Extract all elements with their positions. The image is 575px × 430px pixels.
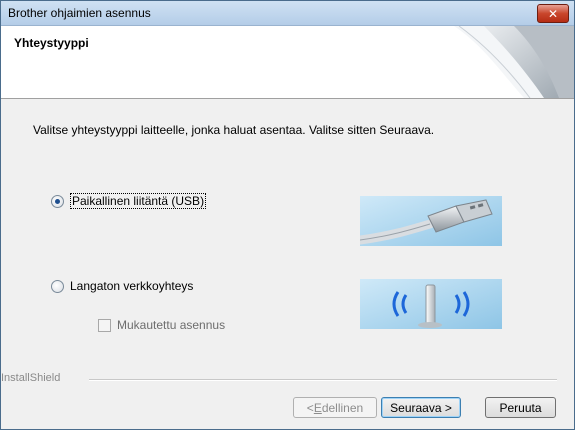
window-title: Brother ohjaimien asennus: [8, 6, 151, 20]
instruction-text: Valitse yhteystyyppi laitteelle, jonka h…: [33, 123, 435, 137]
close-icon: ✕: [547, 6, 559, 21]
radio-wireless-connection[interactable]: Langaton verkkoyhteys: [51, 279, 193, 293]
installshield-divider: InstallShield: [1, 372, 574, 384]
installshield-label: InstallShield: [1, 372, 67, 384]
wireless-option-label: Langaton verkkoyhteys: [70, 279, 194, 293]
page-title: Yhteystyyppi: [14, 36, 89, 50]
usb-cable-image: [360, 196, 502, 246]
header-swoosh-graphic: [454, 26, 574, 98]
back-button[interactable]: < Edellinen: [293, 397, 377, 418]
divider-line: [89, 379, 557, 381]
next-button[interactable]: Seuraava >: [381, 397, 461, 418]
radio-usb-connection[interactable]: Paikallinen liitäntä (USB): [51, 193, 207, 209]
radio-button-unselected[interactable]: [51, 279, 64, 293]
radio-button-selected[interactable]: [51, 194, 64, 208]
close-button[interactable]: ✕: [537, 4, 569, 23]
title-bar[interactable]: Brother ohjaimien asennus ✕: [1, 1, 574, 26]
wireless-router-image: [360, 279, 502, 329]
cancel-button[interactable]: Peruuta: [485, 397, 556, 418]
content-area: Valitse yhteystyyppi laitteelle, jonka h…: [1, 99, 574, 429]
installer-window: Brother ohjaimien asennus ✕ Yhteystyyppi…: [0, 0, 575, 430]
header-banner: Yhteystyyppi: [1, 26, 574, 99]
custom-install-checkbox[interactable]: Mukautettu asennus: [98, 318, 225, 332]
checkbox-box[interactable]: [98, 318, 111, 332]
usb-option-label: Paikallinen liitäntä (USB): [70, 193, 207, 209]
custom-install-label: Mukautettu asennus: [117, 318, 226, 332]
